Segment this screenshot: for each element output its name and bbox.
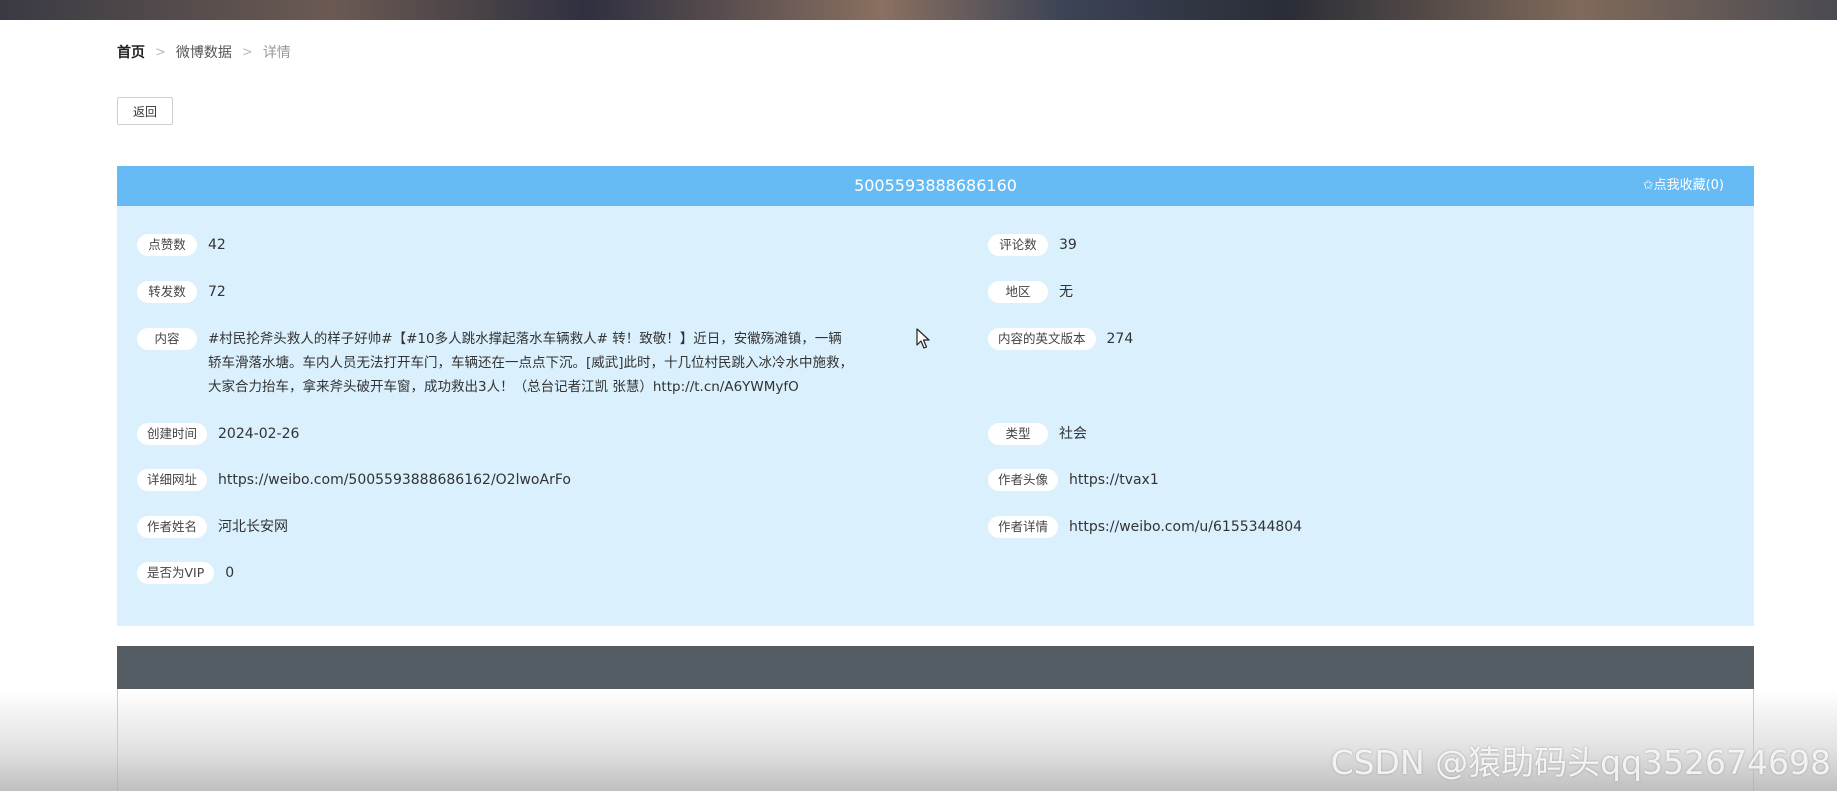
field-label: 是否为VIP	[137, 562, 215, 584]
field-label: 点赞数	[137, 234, 197, 256]
field-value: 河北长安网	[218, 519, 289, 535]
field-label: 作者姓名	[137, 516, 208, 538]
field-label: 创建时间	[137, 423, 208, 445]
detail-title: 5005593888686160	[854, 176, 1017, 195]
field-label: 类型	[988, 423, 1048, 445]
field-value: 42	[208, 237, 226, 253]
detail-header: 5005593888686160 ✩点我收藏(0)	[117, 166, 1754, 206]
field-label: 地区	[988, 281, 1048, 303]
field-label: 内容的英文版本	[988, 328, 1096, 350]
field-label: 作者头像	[988, 469, 1059, 491]
field-author-detail: 作者详情 https://weibo.com/u/6155344804	[988, 516, 1302, 538]
field-value: 社会	[1059, 426, 1087, 442]
field-value: https://weibo.com/u/6155344804	[1069, 519, 1303, 535]
breadcrumb-separator: >	[155, 44, 166, 60]
breadcrumb-separator: >	[241, 44, 253, 60]
field-content-en: 内容的英文版本 274	[988, 328, 1133, 350]
field-value: 39	[1059, 237, 1077, 253]
field-label: 评论数	[988, 234, 1048, 256]
comment-section-header	[117, 646, 1754, 689]
field-url: 详细网址 https://weibo.com/5005593888686162/…	[137, 469, 571, 491]
field-likes: 点赞数 42	[137, 234, 226, 256]
watermark-text: CSDN @猿助码头qq352674698	[1330, 743, 1831, 782]
detail-panel: 5005593888686160 ✩点我收藏(0) 点赞数 42 评论数 39 …	[117, 166, 1754, 626]
mouse-cursor-icon	[916, 328, 930, 349]
field-value: #村民抡斧头救人的样子好帅#【#10多人跳水撑起落水车辆救人# 转！致敬！】近日…	[208, 331, 854, 395]
field-vip: 是否为VIP 0	[137, 562, 234, 584]
field-value: 72	[208, 284, 226, 300]
field-reposts: 转发数 72	[137, 281, 226, 303]
field-label: 转发数	[137, 281, 197, 303]
breadcrumb-home-link[interactable]: 首页	[117, 42, 145, 62]
favorite-button[interactable]: ✩点我收藏(0)	[1643, 166, 1724, 206]
field-comments: 评论数 39	[988, 234, 1077, 256]
field-region: 地区 无	[988, 281, 1073, 303]
field-value: 274	[1106, 331, 1134, 347]
back-button[interactable]: 返回	[117, 97, 173, 125]
field-type: 类型 社会	[988, 423, 1087, 445]
field-value: https://tvax1	[1069, 472, 1159, 488]
field-value: 0	[225, 565, 235, 581]
top-banner-image	[0, 0, 1837, 20]
field-author-name: 作者姓名 河北长安网	[137, 516, 288, 538]
field-avatar: 作者头像 https://tvax1	[988, 469, 1159, 491]
field-value: 2024-02-26	[218, 426, 300, 442]
field-label: 详细网址	[137, 469, 208, 491]
field-created: 创建时间 2024-02-26	[137, 423, 299, 445]
field-value: https://weibo.com/5005593888686162/O2lwo…	[218, 472, 571, 488]
field-content: 内容 #村民抡斧头救人的样子好帅#【#10多人跳水撑起落水车辆救人# 转！致敬！…	[137, 328, 854, 399]
field-label: 作者详情	[988, 516, 1059, 538]
field-value: 无	[1059, 284, 1073, 300]
breadcrumb-current: 详情	[262, 45, 291, 61]
breadcrumb: 首页 > 微博数据 > 详情	[117, 42, 291, 62]
breadcrumb-section-link[interactable]: 微博数据	[176, 42, 232, 62]
field-label: 内容	[137, 328, 197, 350]
